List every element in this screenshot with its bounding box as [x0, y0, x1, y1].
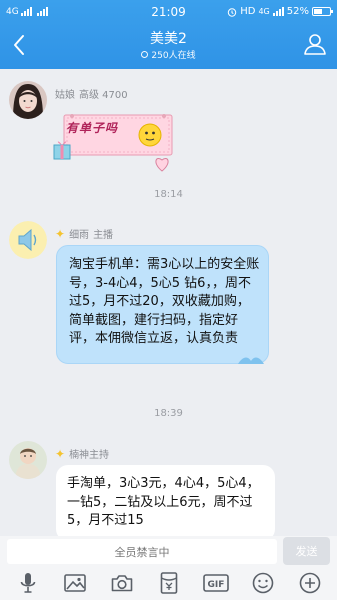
- status-time: 21:09: [151, 5, 186, 19]
- message-input-disabled: 全员禁言中: [7, 539, 277, 564]
- gif-button[interactable]: GIF: [202, 569, 230, 597]
- member-title: 主播: [93, 230, 114, 241]
- avatar[interactable]: [9, 221, 47, 259]
- message-bubble[interactable]: 手淘单，3心3元，4心4，5心4，一钻5，二钻及以上6元，周不过5，月不过15: [56, 465, 275, 536]
- message-item: ✦ 细雨 主播 淘宝手机单：需3心以上的安全账号，3-4心4，5心5 钻6，，周…: [9, 221, 329, 386]
- gif-icon: GIF: [202, 574, 229, 592]
- sticker-graphic: [53, 114, 173, 172]
- message-bubble[interactable]: 淘宝手机单：需3心以上的安全账号，3-4心4，5心5 钻6，，周不过5，月不过2…: [56, 245, 269, 364]
- battery-icon: [312, 7, 333, 16]
- wave-decoration-icon: [238, 357, 264, 364]
- emoji-button[interactable]: [249, 569, 277, 597]
- message-text: 手淘单，3心3元，4心4，5心4，一钻5，二钻及以上6元，周不过5，月不过15: [67, 476, 260, 528]
- sticker-caption: 有单子吗: [66, 121, 119, 135]
- avatar[interactable]: [9, 441, 47, 479]
- star-icon: ✦: [55, 226, 66, 241]
- group-profile-button[interactable]: [301, 30, 329, 58]
- user-icon: [304, 34, 326, 55]
- member-level: 高级 4700: [79, 90, 128, 101]
- nav-bar: 美美2 250人在线: [0, 23, 337, 69]
- red-packet-button[interactable]: [155, 569, 183, 597]
- avatar-image: [9, 221, 47, 259]
- voice-button[interactable]: [14, 569, 42, 597]
- input-toolbar: GIF: [0, 566, 337, 600]
- top-bar: 4G 21:09 HD 4G 52% 美美2 250人在线: [0, 0, 337, 69]
- image-icon: [63, 574, 86, 592]
- send-button[interactable]: 发送: [283, 537, 330, 565]
- camera-icon: [111, 575, 132, 592]
- microphone-icon: [20, 573, 35, 593]
- message-text: 淘宝手机单：需3心以上的安全账号，3-4心4，5心5 钻6，，周不过5，月不过2…: [69, 257, 260, 346]
- star-icon: ✦: [55, 446, 66, 461]
- red-packet-icon: [160, 572, 177, 594]
- sticker-message[interactable]: 有单子吗: [52, 105, 180, 172]
- timestamp: 18:14: [154, 189, 183, 200]
- camera-button[interactable]: [108, 569, 136, 597]
- svg-text:GIF: GIF: [207, 580, 224, 590]
- avatar-image: [9, 441, 47, 479]
- chat-title: 美美2: [150, 31, 187, 47]
- online-icon: [141, 51, 149, 58]
- emoji-icon: [252, 572, 273, 594]
- input-bar: 全员禁言中 发送: [0, 536, 337, 566]
- online-count: 250人在线: [0, 48, 337, 61]
- sender-line: ✦ 细雨 主播: [55, 226, 114, 242]
- sender-name[interactable]: 姑娘: [55, 86, 75, 101]
- sender-name[interactable]: 细雨: [69, 226, 89, 241]
- image-button[interactable]: [61, 569, 89, 597]
- online-count-label: 250人在线: [151, 51, 196, 61]
- sender-name[interactable]: 楠神主持: [69, 446, 109, 461]
- chat-area[interactable]: 姑娘 高级 4700 有单子吗 18:14 ✦ 细雨 主播 淘宝手机单：需3心以…: [0, 69, 337, 536]
- plus-icon: [299, 572, 320, 594]
- message-item: 姑娘 高级 4700 有单子吗: [9, 81, 329, 176]
- sender-line: 姑娘 高级 4700: [55, 86, 128, 101]
- sender-line: ✦ 楠神主持: [55, 446, 109, 462]
- message-item: ✦ 楠神主持 手淘单，3心3元，4心4，5心4，一钻5，二钻及以上6元，周不过5…: [9, 441, 329, 536]
- timestamp: 18:39: [154, 408, 183, 419]
- more-button[interactable]: [296, 569, 324, 597]
- avatar-image: [9, 81, 47, 119]
- avatar[interactable]: [9, 81, 47, 119]
- status-bar: 4G 21:09 HD 4G 52%: [0, 0, 337, 23]
